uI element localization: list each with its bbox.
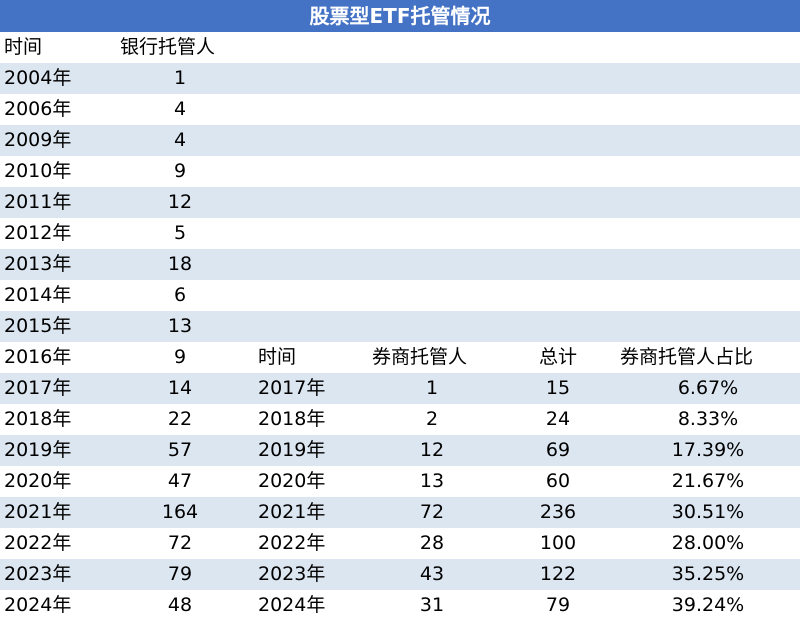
year-cell: 2012年 xyxy=(4,222,72,244)
bank-custodian-count: 9 xyxy=(173,160,187,182)
bank-custodian-count: 48 xyxy=(167,594,193,616)
broker-ratio: 28.00% xyxy=(671,532,745,554)
bank-custodian-count: 9 xyxy=(173,346,187,368)
broker-custodian-count: 2 xyxy=(425,408,439,430)
bank-custodian-count: 4 xyxy=(173,129,187,151)
table-row: 2019年 57 2019年 12 69 17.39% xyxy=(0,435,800,466)
broker-ratio: 8.33% xyxy=(677,408,739,430)
broker-custodian-count: 1 xyxy=(425,377,439,399)
bank-custodian-count: 72 xyxy=(167,532,193,554)
year-cell: 2018年 xyxy=(4,408,72,430)
year-cell: 2006年 xyxy=(4,98,72,120)
bank-custodian-count: 18 xyxy=(167,253,193,275)
broker-custodian-count: 31 xyxy=(419,594,445,616)
year-cell: 2010年 xyxy=(4,160,72,182)
broker-ratio: 39.24% xyxy=(671,594,745,616)
header-time: 时间 xyxy=(4,36,43,58)
table-row: 2014年 6 xyxy=(0,280,800,311)
year-cell-2: 2024年 xyxy=(258,594,326,616)
total-count: 15 xyxy=(545,377,571,399)
bank-custodian-count: 13 xyxy=(167,315,193,337)
year-cell-2: 2019年 xyxy=(258,439,326,461)
year-cell: 2021年 xyxy=(4,501,72,523)
year-cell: 2023年 xyxy=(4,563,72,585)
table-row: 2023年 79 2023年 43 122 35.25% xyxy=(0,559,800,590)
table-row: 2015年 13 xyxy=(0,311,800,342)
year-cell: 2017年 xyxy=(4,377,72,399)
total-count: 236 xyxy=(539,501,577,523)
total-count: 69 xyxy=(545,439,571,461)
table-row: 2017年 14 2017年 1 15 6.67% xyxy=(0,373,800,404)
header-broker-custodian: 券商托管人 xyxy=(372,346,468,368)
bank-custodian-count: 22 xyxy=(167,408,193,430)
total-count: 24 xyxy=(545,408,571,430)
table-row: 2020年 47 2020年 13 60 21.67% xyxy=(0,466,800,497)
table-row: 2016年 9 时间 券商托管人 总计 券商托管人占比 xyxy=(0,342,800,373)
year-cell: 2004年 xyxy=(4,67,72,89)
broker-ratio: 35.25% xyxy=(671,563,745,585)
broker-ratio: 6.67% xyxy=(677,377,739,399)
year-cell-2: 2017年 xyxy=(258,377,326,399)
year-cell: 2024年 xyxy=(4,594,72,616)
year-cell: 2019年 xyxy=(4,439,72,461)
year-cell: 2022年 xyxy=(4,532,72,554)
header-broker-ratio: 券商托管人占比 xyxy=(620,346,754,368)
broker-custodian-count: 28 xyxy=(419,532,445,554)
bank-custodian-count: 12 xyxy=(167,191,193,213)
header-bank-custodian: 银行托管人 xyxy=(120,36,216,58)
broker-ratio: 17.39% xyxy=(671,439,745,461)
year-cell: 2014年 xyxy=(4,284,72,306)
broker-custodian-count: 43 xyxy=(419,563,445,585)
year-cell: 2011年 xyxy=(4,191,72,213)
table-row: 2018年 22 2018年 2 24 8.33% xyxy=(0,404,800,435)
bank-custodian-count: 47 xyxy=(167,470,193,492)
table-row: 2010年 9 xyxy=(0,156,800,187)
table-row: 2022年 72 2022年 28 100 28.00% xyxy=(0,528,800,559)
table-row: 2009年 4 xyxy=(0,125,800,156)
year-cell: 2013年 xyxy=(4,253,72,275)
table-title: 股票型ETF托管情况 xyxy=(0,0,800,32)
bank-custodian-count: 79 xyxy=(167,563,193,585)
header-row: 时间 银行托管人 xyxy=(0,32,800,63)
bank-custodian-count: 5 xyxy=(173,222,187,244)
table-row: 2004年 1 xyxy=(0,63,800,94)
table-row: 2021年 164 2021年 72 236 30.51% xyxy=(0,497,800,528)
broker-ratio: 30.51% xyxy=(671,501,745,523)
header-time-2: 时间 xyxy=(258,346,297,368)
year-cell-2: 2018年 xyxy=(258,408,326,430)
broker-custodian-count: 13 xyxy=(419,470,445,492)
total-count: 122 xyxy=(539,563,577,585)
table-row: 2011年 12 xyxy=(0,187,800,218)
bank-custodian-count: 164 xyxy=(161,501,199,523)
header-total: 总计 xyxy=(538,346,577,368)
broker-ratio: 21.67% xyxy=(671,470,745,492)
total-count: 60 xyxy=(545,470,571,492)
table-row: 2006年 4 xyxy=(0,94,800,125)
broker-custodian-count: 12 xyxy=(419,439,445,461)
year-cell: 2020年 xyxy=(4,470,72,492)
year-cell: 2016年 xyxy=(4,346,72,368)
total-count: 79 xyxy=(545,594,571,616)
year-cell-2: 2021年 xyxy=(258,501,326,523)
bank-custodian-count: 14 xyxy=(167,377,193,399)
broker-custodian-count: 72 xyxy=(419,501,445,523)
year-cell-2: 2020年 xyxy=(258,470,326,492)
table-row: 2012年 5 xyxy=(0,218,800,249)
table-body: 2004年 1 2006年 4 2009年 4 2010年 9 2011年 12 2012年 5 201… xyxy=(0,63,800,621)
total-count: 100 xyxy=(539,532,577,554)
table-row: 2024年 48 2024年 31 79 39.24% xyxy=(0,590,800,621)
bank-custodian-count: 1 xyxy=(173,67,187,89)
etf-custody-table: 股票型ETF托管情况 时间 银行托管人 2004年 1 2006年 4 2009年 4 20… xyxy=(0,0,800,624)
year-cell-2: 2022年 xyxy=(258,532,326,554)
bank-custodian-count: 4 xyxy=(173,98,187,120)
bank-custodian-count: 6 xyxy=(173,284,187,306)
table-row: 2013年 18 xyxy=(0,249,800,280)
year-cell: 2015年 xyxy=(4,315,72,337)
year-cell: 2009年 xyxy=(4,129,72,151)
bank-custodian-count: 57 xyxy=(167,439,193,461)
year-cell-2: 2023年 xyxy=(258,563,326,585)
